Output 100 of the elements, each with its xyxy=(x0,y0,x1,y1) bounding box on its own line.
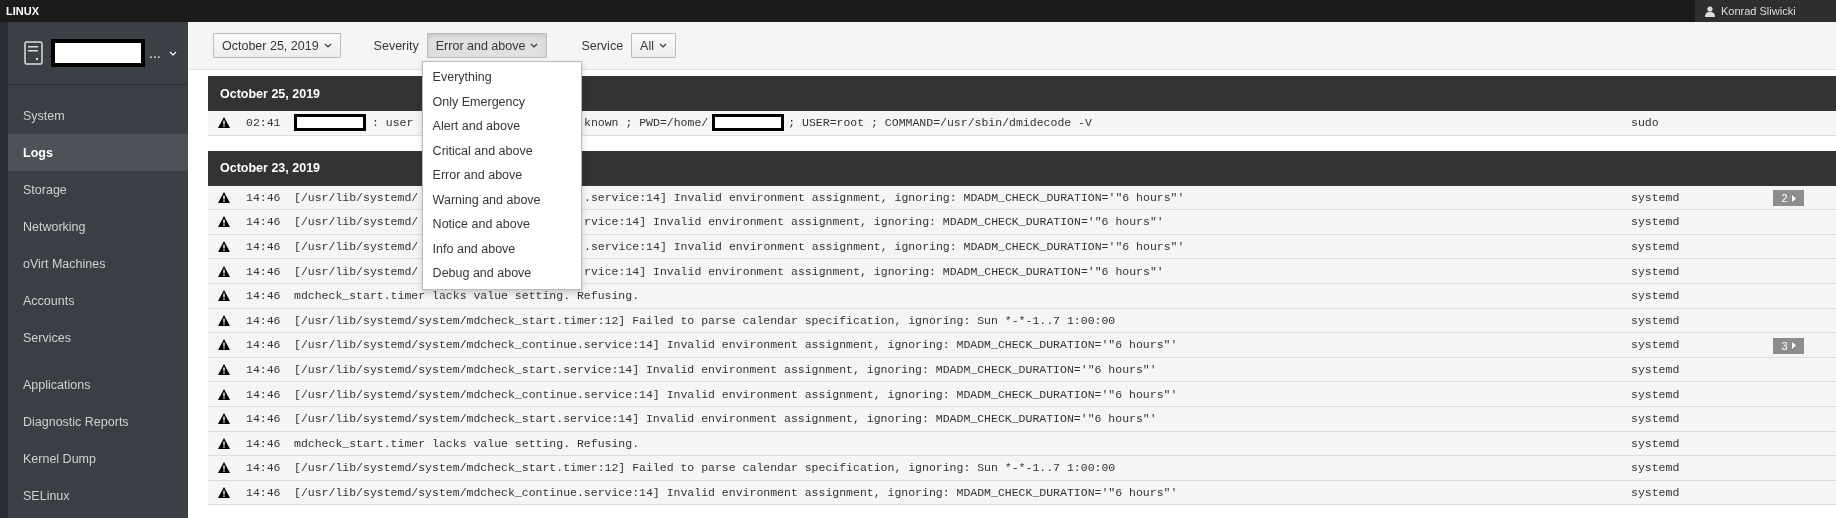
log-message: [/usr/lib/systemd/ xyxy=(294,240,419,254)
warning-icon xyxy=(218,487,230,498)
sidebar-item[interactable]: Storage xyxy=(8,171,188,208)
warning-icon xyxy=(218,413,230,425)
menu-item[interactable]: Only Emergency xyxy=(422,89,581,114)
redaction-bar xyxy=(294,114,366,132)
menu-item[interactable]: Alert and above xyxy=(422,114,581,139)
log-message: [/usr/lib/systemd/system/mdcheck_continue.service:14] Invalid environment assignment, ignoring: MDADM_CHECK_DURATION='"6 hours"' xyxy=(294,338,1178,352)
log-row[interactable]: 14:46 mdcheck_start.timer lacks value setting. Refusing. systemd xyxy=(208,431,1836,457)
log-service: systemd xyxy=(1631,363,1681,377)
log-service: systemd xyxy=(1631,387,1681,401)
log-message: .service:14] Invalid environment assignment, ignoring: MDADM_CHECK_DURATION='"6 hours"' xyxy=(584,190,1185,204)
warning-icon xyxy=(218,216,230,228)
log-row[interactable]: 14:46 [/usr/lib/systemd/system/mdcheck_start.service:14] Invalid environment assignment, ignoring: MDADM_CHECK_DURATION='"6 hours"' systemd xyxy=(208,406,1836,432)
warning-icon xyxy=(218,437,230,449)
menu-item[interactable]: Debug and above xyxy=(422,261,581,286)
log-message: [/usr/lib/systemd/system/mdcheck_continue.service:14] Invalid environment assignment, ignoring: MDADM_CHECK_DURATION='"6 hours"' xyxy=(294,387,1178,401)
menu-item[interactable]: Notice and above xyxy=(422,212,581,237)
log-service: systemd xyxy=(1631,486,1681,499)
severity-dropdown[interactable]: Error and above xyxy=(426,33,548,58)
log-service: systemd xyxy=(1631,338,1681,352)
log-time: 14:46 xyxy=(246,436,282,450)
log-service: sudo xyxy=(1631,116,1660,130)
log-time: 14:46 xyxy=(246,338,282,352)
log-row[interactable]: 14:46 [/usr/lib/systemd/system/mdcheck_continue.service:14] Invalid environment assignment, ignoring: MDADM_CHECK_DURATION='"6 hours"' systemd xyxy=(208,480,1836,506)
sidebar-item[interactable]: oVirt Machines xyxy=(8,245,188,282)
sidebar-item[interactable]: Logs xyxy=(8,134,188,171)
warning-icon xyxy=(218,364,230,376)
service-label: Service xyxy=(581,38,624,53)
menu-item[interactable]: Error and above xyxy=(422,163,581,188)
log-time: 14:46 xyxy=(246,461,282,475)
warning-icon xyxy=(218,462,230,474)
log-row[interactable]: 14:46 [/usr/lib/systemd/system/mdcheck_start.timer:12] Failed to parse calendar specification, ignoring: Sun *-*-1..7 1:00:00 systemd xyxy=(208,308,1836,334)
menu-item[interactable]: Info and above xyxy=(422,236,581,261)
log-message: rvice:14] Invalid environment assignment, ignoring: MDADM_CHECK_DURATION='"6 hours"' xyxy=(584,215,1164,229)
warning-icon xyxy=(218,388,230,400)
log-service: systemd xyxy=(1631,412,1681,426)
log-message: [/usr/lib/systemd/ xyxy=(294,264,419,278)
user-icon xyxy=(1705,5,1715,17)
app-title: LINUX xyxy=(5,5,39,17)
log-row[interactable]: 14:46 [/usr/lib/systemd/system/mdcheck_start.service:14] Invalid environment assignment, ignoring: MDADM_CHECK_DURATION='"6 hours"' systemd xyxy=(208,357,1836,383)
log-message: rvice:14] Invalid environment assignment, ignoring: MDADM_CHECK_DURATION='"6 hours"' xyxy=(584,264,1164,278)
log-message: [/usr/lib/systemd/system/mdcheck_start.service:14] Invalid environment assignment, ignoring: MDADM_CHECK_DURATION='"6 hours"' xyxy=(294,412,1157,426)
caret-icon xyxy=(323,43,332,48)
log-service: systemd xyxy=(1631,461,1681,475)
host-name: ... xyxy=(149,45,161,61)
caret-icon xyxy=(530,43,539,48)
warning-icon xyxy=(218,117,230,129)
sidebar-item[interactable]: Diagnostic Reports xyxy=(8,403,188,440)
log-service: systemd xyxy=(1631,190,1681,204)
log-row[interactable]: 14:46 [/usr/lib/systemd/system/mdcheck_continue.service:14] Invalid environment assignment, ignoring: MDADM_CHECK_DURATION='"6 hours"' systemd xyxy=(208,382,1836,407)
log-time: 14:46 xyxy=(246,264,282,278)
log-message: [/usr/lib/systemd/system/mdcheck_start.timer:12] Failed to parse calendar specification, ignoring: Sun *-*-1..7 1:00:00 xyxy=(294,313,1116,327)
log-time: 14:46 xyxy=(246,190,282,204)
user-menu[interactable]: Konrad Sliwicki xyxy=(1695,0,1836,22)
date-dropdown[interactable]: October 25, 2019 xyxy=(213,33,341,58)
caret-icon xyxy=(168,50,177,56)
menu-item[interactable]: Everything xyxy=(422,65,581,90)
log-message: [/usr/lib/systemd/system/mdcheck_start.service:14] Invalid environment assignment, ignoring: MDADM_CHECK_DURATION='"6 hours"' xyxy=(294,363,1157,377)
server-icon xyxy=(24,41,43,65)
log-time: 14:46 xyxy=(246,363,282,377)
log-time: 14:46 xyxy=(246,313,282,327)
warning-icon xyxy=(218,314,230,326)
log-service: systemd xyxy=(1631,436,1681,450)
log-message: [/usr/lib/systemd/ xyxy=(294,190,419,204)
sidebar-item[interactable]: Services xyxy=(8,319,188,356)
log-time: 14:46 xyxy=(246,240,282,254)
service-dropdown[interactable]: All xyxy=(631,33,676,58)
log-time: 14:46 xyxy=(246,412,282,426)
caret-icon xyxy=(659,43,667,48)
log-message: [/usr/lib/systemd/system/mdcheck_continue.service:14] Invalid environment assignment, ignoring: MDADM_CHECK_DURATION='"6 hours"' xyxy=(294,486,1178,499)
log-time: 14:46 xyxy=(246,486,282,499)
sidebar-item[interactable]: System xyxy=(8,97,188,134)
log-message: ; USER=root ; COMMAND=/usr/sbin/dmidecode -V xyxy=(788,116,1092,130)
log-row[interactable]: 14:46 [/usr/lib/systemd/system/mdcheck_continue.service:14] Invalid environment assignment, ignoring: MDADM_CHECK_DURATION='"6 hours"' systemd 3 xyxy=(208,333,1836,358)
warning-icon xyxy=(218,265,230,277)
log-service: systemd xyxy=(1631,313,1681,327)
log-message: .service:14] Invalid environment assignment, ignoring: MDADM_CHECK_DURATION='"6 hours"' xyxy=(584,240,1185,254)
log-message: mdcheck_start.timer lacks value setting. Refusing. xyxy=(294,289,640,303)
sidebar-item[interactable]: Accounts xyxy=(8,282,188,319)
log-message: mdcheck_start.timer lacks value setting. Refusing. xyxy=(294,436,640,450)
log-service: systemd xyxy=(1631,240,1681,254)
log-service: systemd xyxy=(1631,264,1681,278)
log-service: systemd xyxy=(1631,289,1681,303)
severity-label: Severity xyxy=(373,38,419,53)
warning-icon xyxy=(218,290,230,302)
sidebar-item[interactable]: SELinux xyxy=(8,477,188,514)
menu-item[interactable]: Critical and above xyxy=(422,138,581,163)
sidebar-item[interactable]: Kernel Dump xyxy=(8,440,188,477)
log-time: 02:41 xyxy=(246,116,282,130)
sidebar-item[interactable]: Networking xyxy=(8,208,188,245)
log-time: 14:46 xyxy=(246,289,282,303)
log-message: [/usr/lib/systemd/system/mdcheck_start.timer:12] Failed to parse calendar specification, ignoring: Sun *-*-1..7 1:00:00 xyxy=(294,461,1116,475)
log-message: [/usr/lib/systemd/ xyxy=(294,215,419,229)
menu-item[interactable]: Warning and above xyxy=(422,187,581,212)
log-message: : user xyxy=(372,116,414,130)
log-row[interactable]: 14:46 [/usr/lib/systemd/system/mdcheck_start.timer:12] Failed to parse calendar specification, ignoring: Sun *-*-1..7 1:00:00 systemd xyxy=(208,456,1836,481)
warning-icon xyxy=(218,339,230,351)
sidebar-item[interactable]: Applications xyxy=(8,366,188,403)
warning-icon xyxy=(218,191,230,203)
